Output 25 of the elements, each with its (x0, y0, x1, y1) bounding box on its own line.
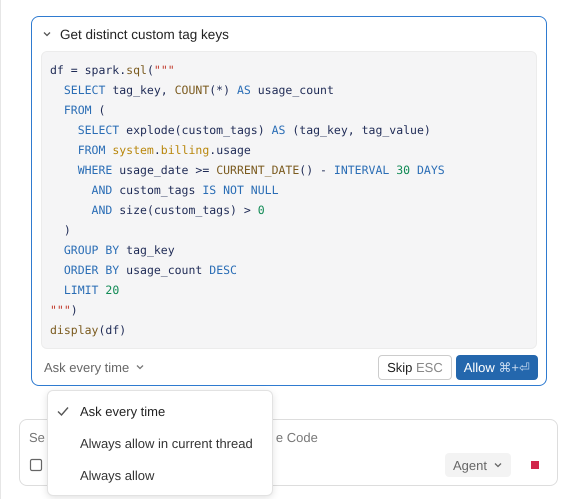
code-line: AND custom_tags IS NOT NULL (90, 183, 279, 197)
mode-dropdown[interactable]: Agent (445, 453, 511, 477)
code-line: AND size(custom_tags) > 0 (90, 203, 265, 217)
caret-icon (493, 460, 503, 470)
code-line: ) (62, 223, 71, 237)
code-line: df = spark.sql(""" (50, 63, 175, 77)
code-line: GROUP BY tag_key (62, 243, 175, 257)
code-line: WHERE usage_date >= CURRENT_DATE() - INTERVAL 30 DAYS (76, 163, 445, 177)
code-line: """) (50, 303, 78, 317)
menu-item[interactable]: Ask every time (48, 395, 272, 427)
code-line: LIMIT 20 (62, 283, 120, 297)
menu-item[interactable]: Always allow in current thread (48, 427, 272, 459)
skip-button[interactable]: Skip ESC (378, 354, 452, 380)
code-line: display(df) (50, 323, 126, 337)
tool-call-title: Get distinct custom tag keys (60, 26, 229, 42)
code-line: FROM ( (62, 103, 106, 117)
image-icon[interactable] (29, 458, 43, 472)
code-line: ORDER BY usage_count DESC (62, 263, 237, 277)
permission-dropdown[interactable]: Ask every time (44, 360, 146, 374)
code-line: SELECT tag_key, COUNT(*) AS usage_count (62, 83, 334, 97)
caret-icon (135, 362, 146, 372)
chevron-icon[interactable] (42, 29, 52, 39)
allow-button[interactable]: Allow ⌘+⏎ (456, 354, 538, 380)
code-line: SELECT explode(custom_tags) AS (tag_key, tag_value) (76, 123, 431, 137)
code-line: FROM system.billing.usage (76, 143, 251, 157)
